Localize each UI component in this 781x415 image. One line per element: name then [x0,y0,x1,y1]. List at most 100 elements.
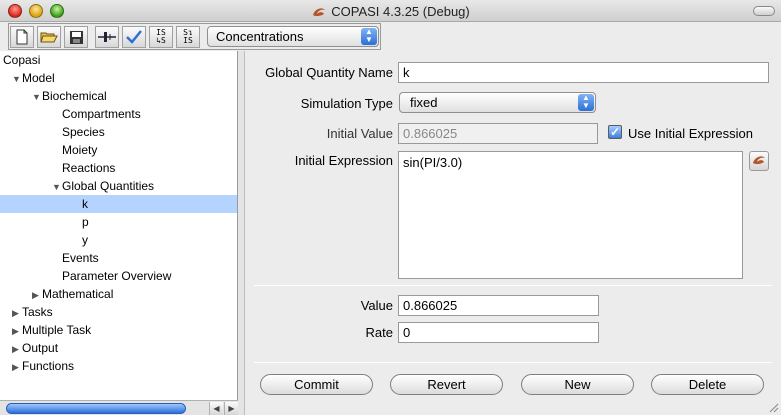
tree-label: Copasi [3,53,41,67]
new-file-icon [15,29,29,45]
divider [254,362,772,363]
tree-item-functions[interactable]: ▶ Functions [12,357,74,375]
tree-item-multiple-task[interactable]: ▶ Multiple Task [12,321,91,339]
copasi-logo-icon [311,6,327,21]
tree-item-global-quantities[interactable]: ▼Global Quantities [52,177,154,195]
simulation-type-value: fixed [410,95,438,110]
tree-item-parameter-overview[interactable]: Parameter Overview [62,267,171,285]
expanded-triangle-icon[interactable]: ▼ [52,178,62,196]
rate-label: Rate [365,325,393,340]
commit-button[interactable]: Commit [260,374,373,395]
toolbar-frame: IS ↳S S↴ IS Concentrations ▲ ▼ [8,23,381,50]
scroll-right-arrow-icon[interactable]: ▶ [224,402,238,415]
quantity-name-input[interactable]: k [398,62,769,83]
check-icon [126,30,142,44]
slider-button[interactable] [95,26,119,48]
simulation-type-select[interactable]: fixed ▲ ▼ [399,92,596,113]
tree-item-moiety[interactable]: Moiety [62,141,97,159]
check-model-button[interactable] [122,26,146,48]
object-browser-button[interactable] [749,151,769,171]
expanded-triangle-icon[interactable]: ▼ [32,88,42,106]
divider [254,285,772,286]
title-bar: COPASI 4.3.25 (Debug) [0,0,781,22]
save-button[interactable] [64,26,88,48]
panel-splitter[interactable] [238,51,245,415]
expanded-triangle-icon[interactable]: ▼ [12,70,22,88]
tree-label: Tasks [22,305,53,319]
tree-item-reactions[interactable]: Reactions [62,159,115,177]
initial-expression-label: Initial Expression [294,153,393,168]
value-input[interactable]: 0.866025 [398,295,599,316]
revert-button[interactable]: Revert [390,374,503,395]
window-title-wrap: COPASI 4.3.25 (Debug) [0,4,781,21]
tree-label: p [82,215,89,229]
tree-item-biochemical[interactable]: ▼Biochemical [32,87,107,105]
tree-label: Moiety [62,143,98,157]
initial-expression-editor[interactable]: sin(PI/3.0) [398,151,743,279]
scrollbar-thumb[interactable] [6,403,186,414]
tree-item-p[interactable]: p [82,213,89,231]
tree-label: Multiple Task [22,323,92,337]
resize-grip-icon[interactable] [767,401,779,413]
tree-label: y [82,233,88,247]
slider-icon [97,31,117,43]
is-to-s-button[interactable]: IS ↳S [149,26,173,48]
tree-item-mathematical[interactable]: ▶ Mathematical [32,285,113,303]
use-initial-expression-label: Use Initial Expression [628,126,753,141]
new-button[interactable]: New [521,374,634,395]
use-initial-expression-checkbox[interactable]: ✓ [608,125,622,139]
copasi-logo-icon [751,154,767,169]
quantity-name-label: Global Quantity Name [265,65,393,80]
tree-item-events[interactable]: Events [62,249,99,267]
updown-arrow-icon: ▲ ▼ [578,94,594,111]
initial-value-label: Initial Value [326,126,393,141]
tree-item-model[interactable]: ▼Model [12,69,55,87]
tree-item-species[interactable]: Species [62,123,105,141]
save-icon [69,30,84,45]
tree-item-y[interactable]: y [82,231,88,249]
global-quantity-panel: Global Quantity Name k Simulation Type f… [246,51,781,415]
tree-label: Parameter Overview [62,269,172,283]
tree-item-k[interactable]: k [0,195,237,213]
tree-item-output[interactable]: ▶ Output [12,339,58,357]
updown-arrow-icon: ▲ ▼ [361,28,377,45]
initial-value-input: 0.866025 [398,123,598,144]
s-to-is-button[interactable]: S↴ IS [176,26,200,48]
tree-label: Events [62,251,99,265]
collapsed-triangle-icon[interactable]: ▶ [32,286,42,304]
toolbar-toggle-button[interactable] [753,6,775,16]
collapsed-triangle-icon[interactable]: ▶ [12,340,22,358]
model-tree[interactable]: Copasi ▼Model ▼Biochemical Compartments … [0,51,238,415]
tree-label: Global Quantities [62,179,155,193]
rate-input[interactable]: 0 [398,322,599,343]
tree-label: k [82,197,88,211]
collapsed-triangle-icon[interactable]: ▶ [12,358,22,376]
delete-button[interactable]: Delete [651,374,764,395]
tree-label: Functions [22,359,75,373]
tree-label: Model [22,71,55,85]
scroll-left-arrow-icon[interactable]: ◀ [209,402,223,415]
collapsed-triangle-icon[interactable]: ▶ [12,322,22,340]
tree-label: Biochemical [42,89,107,103]
open-folder-icon [40,30,58,44]
new-file-button[interactable] [10,26,34,48]
units-combo[interactable]: Concentrations ▲ ▼ [207,26,379,47]
tree-label: Output [22,341,59,355]
tree-item-tasks[interactable]: ▶ Tasks [12,303,53,321]
tree-label: Compartments [62,107,141,121]
s-is-bottom-label: IS [183,36,193,45]
tree-item-compartments[interactable]: Compartments [62,105,141,123]
tree-horizontal-scrollbar[interactable]: ◀ ▶ [0,400,238,415]
open-file-button[interactable] [37,26,61,48]
initial-expression-text: sin(PI/3.0) [403,155,463,170]
toolbar: IS ↳S S↴ IS Concentrations ▲ ▼ [0,22,781,51]
collapsed-triangle-icon[interactable]: ▶ [12,304,22,322]
window-title: COPASI 4.3.25 (Debug) [331,4,470,19]
value-label: Value [360,298,393,313]
is-s-bottom-label: S [161,36,166,45]
units-combo-value: Concentrations [216,29,304,44]
simulation-type-label: Simulation Type [300,96,393,111]
tree-label: Mathematical [42,287,114,301]
tree-label: Reactions [62,161,116,175]
tree-item-copasi[interactable]: Copasi [3,51,40,69]
